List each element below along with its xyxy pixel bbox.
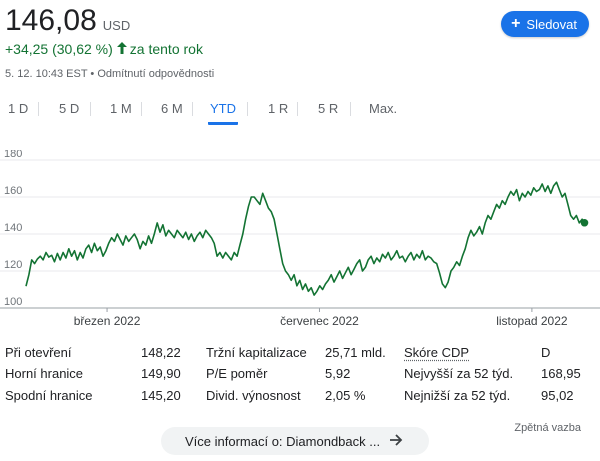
y-tick-label: 180 [4,150,22,160]
x-tick-label: březen 2022 [74,314,141,328]
stat-label-pe: P/E poměr [206,366,268,381]
price-change-row: +34,25 (30,62 %) za tento rok [5,41,203,57]
change-period: za tento rok [129,41,203,57]
stat-label-cdp[interactable]: Skóre CDP [404,345,469,360]
quote-meta: 5. 12. 10:43 EST • Odmítnutí odpovědnost… [5,68,214,80]
tab-divider [247,102,248,116]
timestamp: 5. 12. 10:43 EST [5,68,88,80]
price-line [25,181,586,296]
stat-label-52w-high: Nejvyšší za 52 týd. [404,366,514,381]
tab-divider [297,102,298,116]
stat-value-cdp: D [541,345,551,360]
follow-button[interactable]: + Sledovat [501,11,589,37]
y-tick-label: 100 [4,296,22,308]
stat-value-high: 149,90 [141,366,181,381]
tab-divider [141,102,142,116]
tab-1m[interactable]: 1 M [108,100,134,122]
tab-divider [38,102,39,116]
y-tick-label: 160 [4,185,22,197]
tab-max[interactable]: Max. [367,100,399,122]
stat-label-dividend: Divid. výnosnost [206,388,301,403]
range-tabs: 1 D 5 D 1 M 6 M YTD 1 R 5 R Max. [0,100,600,125]
tab-1r[interactable]: 1 R [266,100,290,122]
price-chart[interactable]: 180 160 140 120 100 březen 2022 červenec 2022 l… [0,150,600,335]
price-row: 146,08 USD [5,4,130,38]
y-tick-label: 140 [4,222,22,234]
stat-value-pe: 5,92 [325,366,351,381]
stat-label-market-cap: Tržní kapitalizace [206,345,307,360]
price-change: +34,25 (30,62 %) [5,41,113,57]
tab-divider [90,102,91,116]
stat-label-open: Při otevření [5,345,72,360]
stat-value-dividend: 2,05 % [325,388,366,403]
plus-icon: + [511,15,521,32]
tab-ytd[interactable]: YTD [208,100,238,125]
tab-5d[interactable]: 5 D [57,100,81,122]
disclaimer-link[interactable]: Odmítnutí odpovědnosti [97,68,214,80]
arrow-right-icon [389,433,403,450]
x-tick-label: červenec 2022 [280,314,359,328]
arrow-up-icon [116,41,127,57]
tab-divider [350,102,351,116]
stat-value-52w-high: 168,95 [541,366,581,381]
y-tick-label: 120 [4,259,22,271]
feedback-link[interactable]: Zpětná vazba [514,422,581,434]
stat-value-low: 145,20 [141,388,181,403]
tab-6m[interactable]: 6 M [159,100,185,122]
x-tick-label: listopad 2022 [496,314,568,328]
tab-1d[interactable]: 1 D [6,100,30,122]
currency-label: USD [102,18,131,33]
last-price-dot [580,218,589,227]
more-info-label: Více informací o: Diamondback ... [185,433,381,449]
meta-separator: • [90,68,95,80]
more-info-button[interactable]: Více informací o: Diamondback ... [161,427,429,455]
tab-divider [192,102,193,116]
stock-price: 146,08 [5,4,97,37]
stat-label-high: Horní hranice [5,366,84,381]
stat-label-low: Spodní hranice [5,388,93,403]
stat-value-52w-low: 95,02 [541,388,574,403]
stat-value-market-cap: 25,71 mld. [325,345,386,360]
stat-label-52w-low: Nejnižší za 52 týd. [404,388,511,403]
stat-value-open: 148,22 [141,345,181,360]
tab-5r[interactable]: 5 R [316,100,340,122]
follow-button-label: Sledovat [526,16,577,32]
